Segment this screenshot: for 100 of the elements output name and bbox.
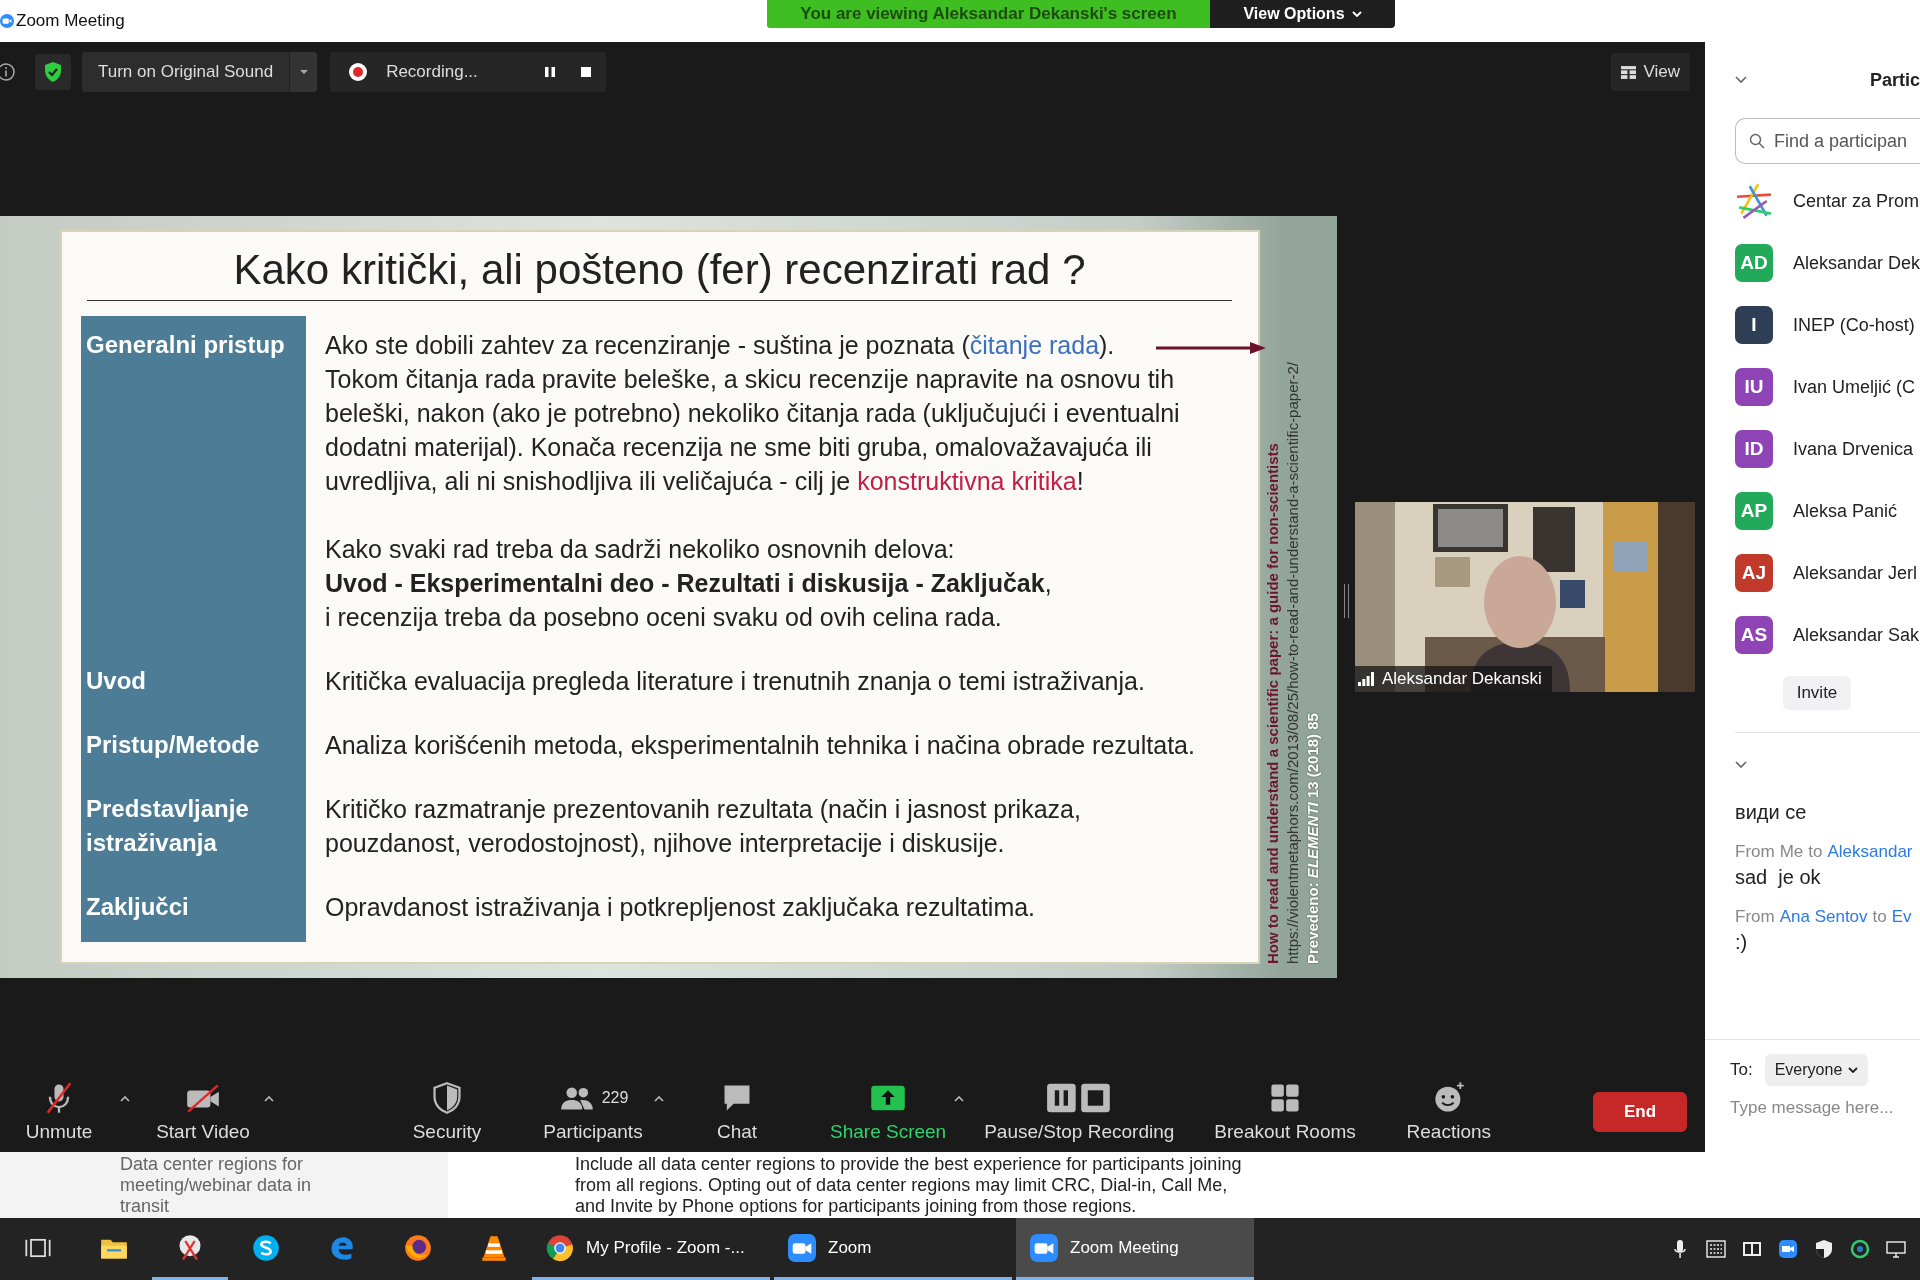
double-square-icon[interactable] [1742,1239,1762,1259]
participant-count: 229 [601,1089,629,1107]
body-text: Kako svaki rad treba da sadrži nekoliko osnovnih delova: Uvod - Eksperimentalni deo - Rezultati i diskusija - Zaključak, i recenzija treba da posebno oceni svaku od ovih celina rada. [325,534,1052,633]
taskbar-button[interactable]: My Profile - Zoom -... [532,1218,770,1280]
camera-icon [788,1233,816,1262]
message-header: to [1808,842,1823,861]
caret-icon [298,69,309,75]
avatar: AP [1735,492,1773,530]
sender-name: Me [1779,842,1804,861]
chat-button[interactable]: Chat [678,1081,796,1143]
recipient-dropdown[interactable]: Everyone [1764,1054,1869,1086]
view-button[interactable]: View [1611,53,1690,91]
caret-icon[interactable] [654,1096,664,1102]
caret-icon[interactable] [264,1096,274,1102]
page-text: meeting/webinar data in [120,1175,313,1196]
recipient-link[interactable]: Ev [1891,907,1912,926]
body-text: Analiza korišćenih metoda, eksperimentalnih tehnika i načina obrade rezultata. [325,730,1195,761]
keyboard-icon[interactable] [1706,1239,1726,1259]
breakout-rooms-button[interactable]: Breakout Rooms [1208,1081,1362,1143]
page-text: and Invite by Phone options for participants joining from those regions. [575,1196,1138,1217]
cone-icon [480,1233,508,1262]
firefox-icon [404,1233,432,1262]
avatar: IU [1735,368,1773,406]
source-title: How to read and understand a scientific paper: a guide for non-scientists [1264,442,1281,964]
panel-title: Partic [1869,69,1920,91]
body-text: Opravdanost istraživanja i potkrepljenost zaključaka rezultatima. [325,892,1036,923]
monitor-icon[interactable] [1886,1239,1906,1259]
grid-icon [1621,65,1637,79]
taskbar-button[interactable]: Zoom Meeting [1016,1218,1254,1280]
pause-stop-icon [1046,1081,1113,1115]
search-icon [1749,133,1765,149]
unmute-button[interactable]: Unmute [0,1081,118,1143]
reactions-button[interactable]: Reactions [1389,1081,1508,1143]
avatar: AD [1735,244,1773,282]
e-badge-icon[interactable] [1850,1239,1870,1259]
end-button[interactable]: End [1593,1092,1687,1132]
participant-name[interactable]: Aleksa Panić [1793,500,1898,522]
participant-name[interactable]: Aleksandar Dek [1792,252,1920,274]
star-logo-icon [1735,182,1773,220]
avatar: AS [1735,616,1773,654]
sender-link[interactable]: Ana Sentov [1779,907,1868,926]
original-sound-button[interactable]: Turn on Original Sound [82,52,290,92]
chevron-down-icon [1351,11,1362,17]
page-text: Include all data center regions to provide the best experience for participants joining [575,1154,1242,1175]
row-label: Predstavljanje istraživanja [81,780,306,878]
row-label: Pristup/Metode [81,716,306,780]
participant-name[interactable]: Aleksandar Sak [1793,624,1920,646]
recipient-link[interactable]: Aleksandar [1827,842,1913,861]
slide-title: Kako kritički, ali pošteno (fer) recenzirati rad ? [232,245,1087,295]
body-text: Ako ste dobili zahtev za recenziranje - suština je poznata (čitanje rada). Tokom čitanja rada pravite beleške, a skicu recenzije napravite na osnovu tih beleški, nakon (ako je potrebno) nekoliko čitanja rada (uključujući i eventualni dodatni materijal). Konača recenzija ne sme biti gruba, omalovažavajuća ili uvredljiva, ali ni snishodljiva ili veličajuća - cilj je konstruktivna kritika! [325,330,1180,497]
search-field[interactable]: Find a participan [1735,118,1920,164]
record-icon [348,62,369,82]
camera-icon[interactable] [1778,1239,1798,1259]
taskbar-button[interactable]: Zoom [774,1218,1012,1280]
share-banner: You are viewing Aleksandar Dekanski's screen [767,0,1210,28]
shield-icon[interactable] [1814,1239,1834,1259]
recording-label: Recording... [386,62,478,82]
pause-icon[interactable] [543,66,556,78]
avatar: ID [1735,430,1773,468]
translation-note: Prevedeno: ELEMENTI 13 (2018) 85 [1304,712,1321,964]
chat-message: види се [1735,801,1808,824]
invite-button[interactable]: Invite [1783,676,1851,710]
caret-icon[interactable] [954,1096,965,1102]
body-text: Kritička evaluacija pregleda literature i trenutnih znanja o temi istraživanja. [325,666,1145,697]
chevron-down-icon [1848,1067,1859,1073]
row-label: Uvod [81,652,306,716]
page-text: from all regions. Opting out of data center regions may limit CRC, Dial-in, Call Me, [575,1175,1229,1196]
camera-icon [1030,1233,1058,1262]
chat-message: :) [1735,931,1749,954]
participant-name[interactable]: Ivan Umeljić (C [1793,376,1916,398]
participants-button[interactable]: 229 Participants [534,1081,652,1143]
drag-handle[interactable] [1344,584,1349,618]
chevron-down-icon[interactable] [1735,761,1747,769]
message-header: to [1872,907,1887,926]
participant-name[interactable]: Centar za Prom [1793,190,1920,212]
message-header: From [1735,842,1775,861]
chrome-icon [546,1233,574,1262]
page-text: transit [120,1196,171,1217]
participant-name[interactable]: INEP (Co-host) [1793,314,1915,336]
signal-icon [1358,672,1374,686]
avatar: AJ [1735,554,1773,592]
pause-stop-recording-button[interactable]: Pause/Stop Recording [978,1081,1181,1143]
stop-icon[interactable] [579,66,592,78]
participant-name: Aleksandar Dekanski [1382,669,1542,689]
row-label: Zaključci [81,878,306,942]
security-button[interactable]: Security [388,1081,506,1143]
source-url: https://violentmetaphors.com/2013/08/25/how-to-read-and-understand-a-scientific-paper-2/ [1284,361,1301,964]
participant-name[interactable]: Aleksandar Jerl [1793,562,1918,584]
chat-message: sad je ok [1735,866,1822,889]
caret-icon[interactable] [120,1096,130,1102]
chevron-down-icon[interactable] [1735,76,1747,84]
participant-name[interactable]: Ivana Drvenica [1793,438,1914,460]
row-label: Generalni pristup [81,316,306,652]
window-title: Zoom Meeting [16,11,125,31]
security-status-icon[interactable] [35,54,71,90]
avatar: I [1735,306,1773,344]
to-label: To: [1730,1060,1753,1080]
share-screen-button[interactable]: Share Screen [824,1081,953,1143]
start-video-button[interactable]: Start Video [144,1081,262,1143]
view-options-button[interactable]: View Options [1210,0,1395,28]
